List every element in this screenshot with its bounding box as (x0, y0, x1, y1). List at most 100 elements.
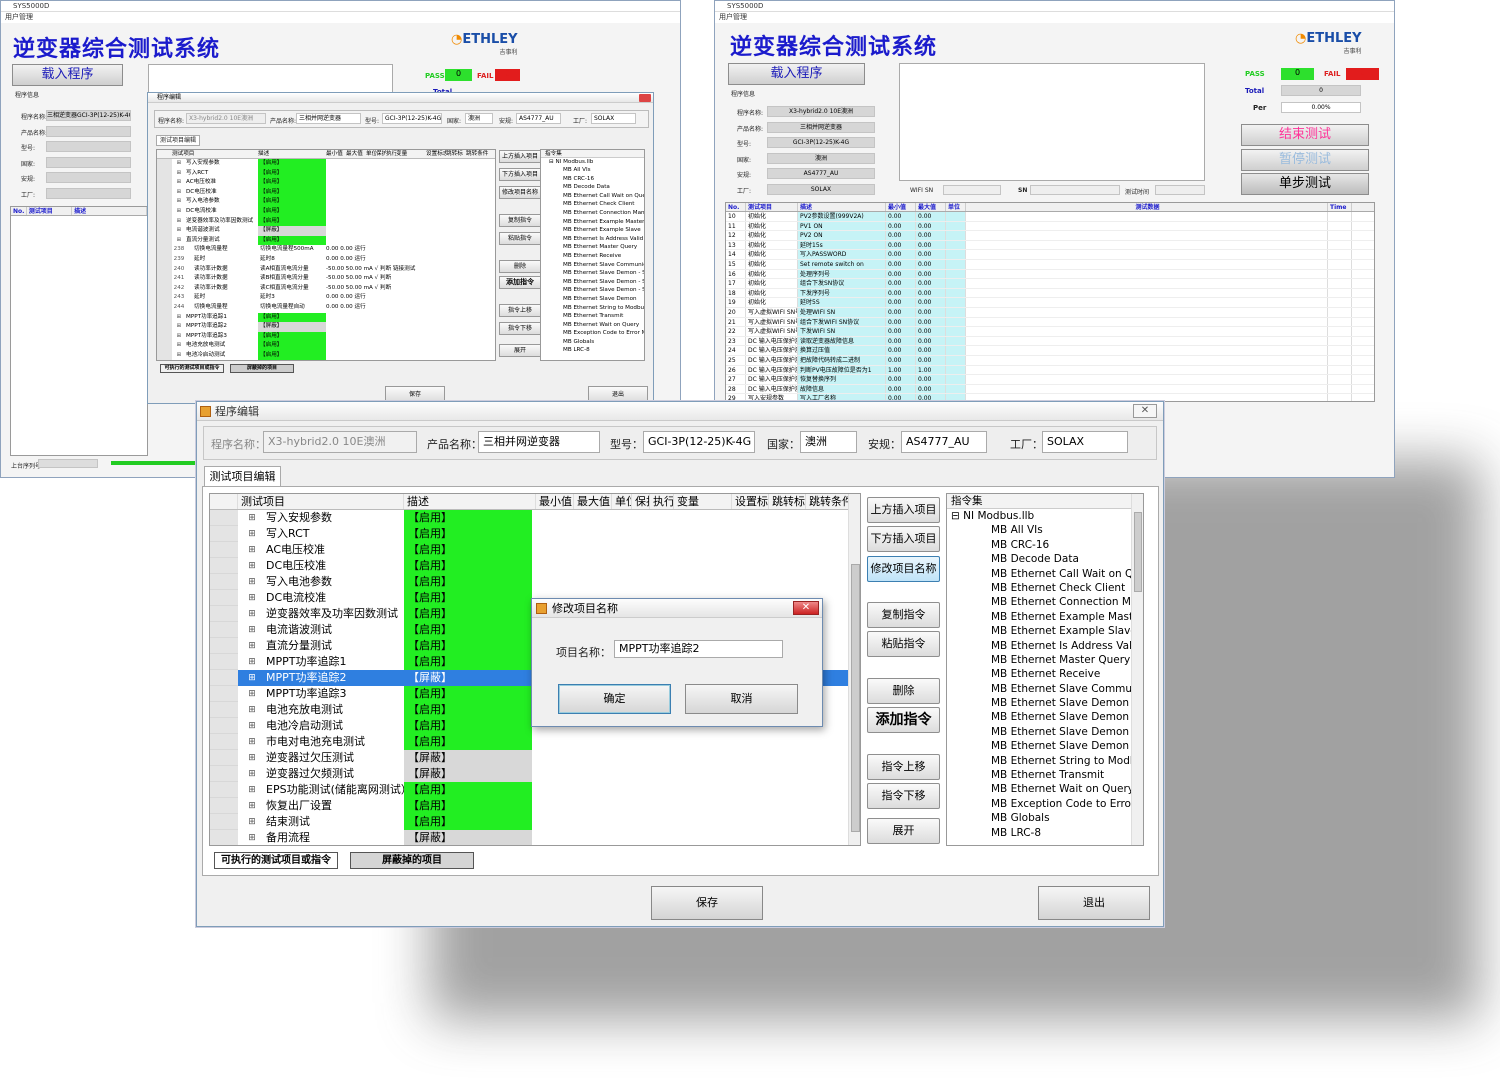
expand-icon[interactable]: ⊞ (238, 638, 266, 654)
mini-side-button[interactable]: 展开 (499, 344, 541, 357)
tree-scrollbar[interactable] (848, 494, 860, 845)
command-item[interactable]: MB Ethernet Slave Demon - Si (947, 696, 1143, 710)
mini-tree-row[interactable]: ⊞ MPPT功率追踪3 【启用】 (157, 331, 495, 342)
expand-icon[interactable]: ⊞ (172, 207, 186, 217)
command-item[interactable]: MB Ethernet Example Slave (947, 624, 1143, 638)
mini-tree-row[interactable]: 238 切换电流量程 切换电流量程500mA 0.00 0.00 运行 (157, 245, 495, 255)
side-button-8[interactable]: 指令下移 (867, 783, 940, 809)
expand-icon[interactable]: ⊞ (238, 798, 266, 814)
tree-row[interactable]: ⊞ DC电压校准 【启用】 (210, 558, 860, 574)
close-icon[interactable]: ✕ (793, 601, 819, 615)
tree-row[interactable]: ⊞ 逆变器过欠压测试 【屏蔽】 (210, 750, 860, 766)
factory-field[interactable]: SOLAX (591, 113, 636, 124)
mini-cmd-item[interactable]: MB Ethernet Slave Demon - Si (541, 269, 644, 278)
tree-row[interactable]: ⊞ 写入电池参数 【启用】 (210, 574, 860, 590)
expand-icon[interactable]: ⊞ (238, 542, 266, 558)
expand-icon[interactable]: ⊞ (172, 188, 186, 198)
tree-row[interactable]: ⊞ 结束测试 【启用】 (210, 814, 860, 830)
expand-icon[interactable]: 243 (172, 293, 186, 303)
side-button-0[interactable]: 上方插入项目 (867, 497, 940, 523)
mini-cmd-item[interactable]: MB Ethernet Slave Communica (541, 261, 644, 270)
country-field[interactable]: 澳洲 (465, 113, 493, 124)
command-item[interactable]: MB Ethernet Is Address Valid (947, 639, 1143, 653)
expand-icon[interactable]: ⊞ (172, 226, 186, 236)
command-scrollbar[interactable] (1131, 494, 1143, 845)
command-item[interactable]: MB Ethernet Slave Demon - Si (947, 725, 1143, 739)
command-item[interactable]: MB LRC-8 (947, 826, 1143, 840)
expand-icon[interactable]: 241 (172, 274, 186, 284)
expand-icon[interactable]: ⊞ (238, 830, 266, 845)
expand-icon[interactable]: ⊞ (238, 670, 266, 686)
expand-icon[interactable]: ⊞ (238, 622, 266, 638)
mini-side-button[interactable]: 指令下移 (499, 322, 541, 335)
mini-cmd-item[interactable]: MB Ethernet Receive (541, 252, 644, 261)
tree-row[interactable]: ⊞ EPS功能测试(储能离网测试） 【启用】 (210, 782, 860, 798)
expand-icon[interactable]: ⊞ (172, 178, 186, 188)
tab-test-items[interactable]: 测试项目编辑 (156, 135, 201, 146)
command-root[interactable]: ⊟ NI Modbus.llb (947, 509, 1143, 523)
ok-button[interactable]: 确定 (558, 684, 671, 714)
mini-side-button[interactable]: 指令上移 (499, 304, 541, 317)
close-icon[interactable]: ✕ (1133, 404, 1157, 418)
mini-side-button[interactable]: 修改项目名称 (499, 186, 541, 199)
command-item[interactable]: MB Ethernet Master Query (947, 653, 1143, 667)
mini-cmd-item[interactable]: MB Ethernet Check Client (541, 200, 644, 209)
mini-cmd-item[interactable]: MB LRC-8 (541, 346, 644, 355)
save-button[interactable]: 保存 (651, 886, 763, 920)
step-test-button[interactable]: 单步测试 (1241, 173, 1369, 195)
command-item[interactable]: MB Decode Data (947, 552, 1143, 566)
mini-tree-row[interactable]: ⊞ 逆变器效率及功率因数测试 【启用】 (157, 216, 495, 227)
exit-button[interactable]: 退出 (1038, 886, 1150, 920)
mini-tree-row[interactable]: 241 读功率计数据 读B相直流电流分量 -50.00 50.00 mA √ 判断 (157, 274, 495, 284)
tree-row[interactable]: ⊞ 写入安规参数 【启用】 (210, 510, 860, 526)
expand-icon[interactable]: ⊞ (238, 718, 266, 734)
side-button-9[interactable]: 展开 (867, 818, 940, 844)
item-name-input[interactable]: MPPT功率追踪2 (614, 640, 783, 658)
collapse-icon[interactable]: ⊟ (951, 510, 960, 522)
expand-icon[interactable]: ⊞ (238, 782, 266, 798)
command-item[interactable]: MB Ethernet Check Client (947, 581, 1143, 595)
mini-tree-row[interactable]: ⊞ 写入RCT 【启用】 (157, 168, 495, 179)
mini-cmd-item[interactable]: MB Ethernet Connection Mana (541, 209, 644, 218)
mini-side-button[interactable]: 粘贴指令 (499, 232, 541, 245)
mini-tree-row[interactable]: ⊞ 电池充放电测试 【启用】 (157, 341, 495, 351)
mini-tree-row[interactable]: ⊞ 写入安规参数 【启用】 (157, 159, 495, 169)
mini-tree-row[interactable]: 243 延时 延时3 0.00 0.00 运行 (157, 293, 495, 303)
command-item[interactable]: MB Ethernet Call Wait on Que (947, 567, 1143, 581)
mini-side-button[interactable]: 添加指令 (499, 276, 541, 289)
expand-icon[interactable]: ⊞ (172, 159, 186, 169)
mini-cmd-item[interactable]: MB Ethernet Example Slave (541, 226, 644, 235)
expand-icon[interactable]: ⊞ (238, 654, 266, 670)
command-item[interactable]: MB Ethernet String to Modbu: (947, 754, 1143, 768)
command-item[interactable]: MB Exception Code to Error M (947, 797, 1143, 811)
close-icon[interactable] (639, 94, 651, 102)
expand-icon[interactable]: ⊞ (172, 236, 186, 246)
factory-field[interactable]: SOLAX (1042, 431, 1128, 453)
side-button-2[interactable]: 修改项目名称 (867, 556, 940, 582)
mini-cmd-item[interactable]: MB Ethernet Transmit (541, 312, 644, 321)
mini-tree-row[interactable]: ⊞ MPPT功率追踪1 【启用】 (157, 312, 495, 323)
name-field[interactable]: X3-hybrid2.0 10E澳洲 (186, 113, 266, 124)
mini-cmd-item[interactable]: MB Ethernet String to Modbu (541, 304, 644, 313)
expand-icon[interactable]: ⊞ (172, 217, 186, 227)
mini-tree-row[interactable]: 244 切换电流量程 切换电流量程自动 0.00 0.00 运行 (157, 302, 495, 313)
menu-user-management[interactable]: 用户管理 (715, 12, 1394, 23)
command-item[interactable]: MB Ethernet Connection Mana (947, 595, 1143, 609)
product-name-field[interactable]: 三相并网逆变器 (478, 431, 600, 453)
mini-tree-row[interactable]: 239 延时 延时8 0.00 0.00 运行 (157, 254, 495, 265)
command-item[interactable]: MB Ethernet Receive (947, 667, 1143, 681)
mini-cmd-item[interactable]: MB CRC-16 (541, 175, 644, 184)
expand-icon[interactable]: 239 (172, 255, 186, 265)
model-field[interactable]: GCI-3P(12-25)K-4G (643, 431, 755, 453)
cancel-button[interactable]: 取消 (685, 684, 798, 714)
mini-tree-row[interactable]: ⊞ 电池冷启动测试 【启用】 (157, 350, 495, 360)
expand-icon[interactable]: ⊞ (238, 526, 266, 542)
expand-icon[interactable]: ⊞ (238, 590, 266, 606)
mini-tree-row[interactable]: ⊞ AC电压校准 【启用】 (157, 178, 495, 188)
mini-cmd-item[interactable]: MB Ethernet Wait on Query (541, 321, 644, 330)
expand-icon[interactable]: ⊞ (238, 750, 266, 766)
expand-icon[interactable]: 244 (172, 303, 186, 313)
side-button-7[interactable]: 指令上移 (867, 754, 940, 780)
mini-tree-row[interactable]: 240 读功率计数据 读A相直流电流分量 -50.00 50.00 mA √ 判断 链… (157, 264, 495, 275)
tab-test-items-edit[interactable]: 测试项目编辑 (204, 466, 281, 486)
